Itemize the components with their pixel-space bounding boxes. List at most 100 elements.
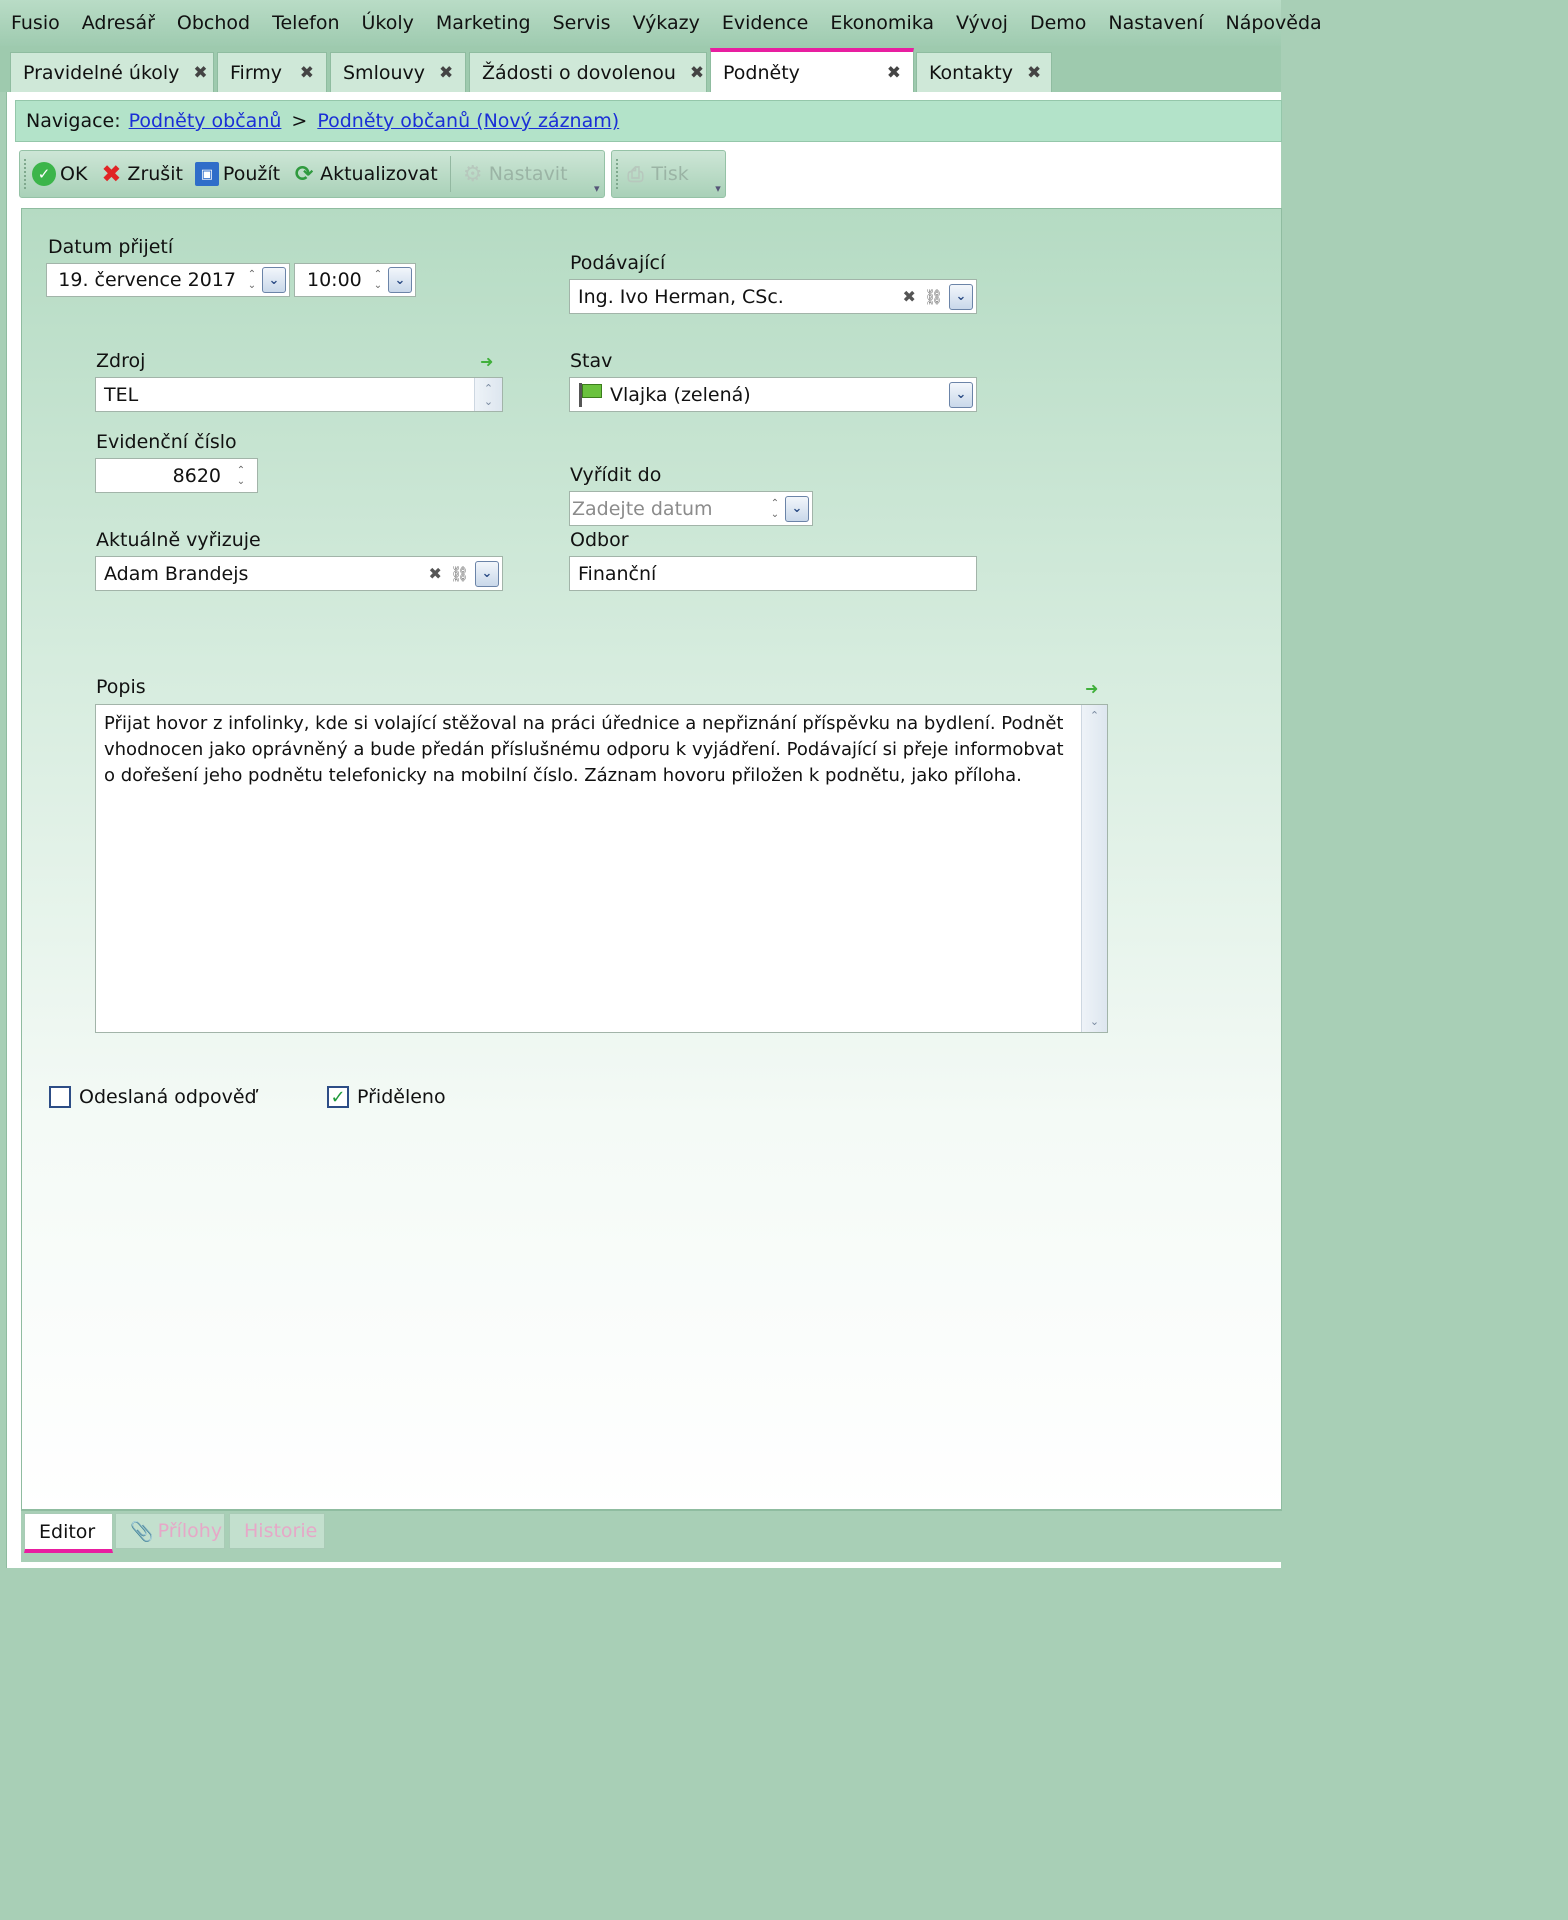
chevron-down-icon[interactable]: ⌄ xyxy=(949,283,973,310)
cancel-button-label: Zrušit xyxy=(127,163,183,185)
breadcrumb: Navigace: Podněty občanů > Podněty občan… xyxy=(15,100,1282,142)
flag-icon xyxy=(576,382,602,407)
tab-editor-label: Editor xyxy=(39,1520,96,1543)
ok-button[interactable]: ✓ OK xyxy=(32,162,87,186)
menu-item-ukoly[interactable]: Úkoly xyxy=(351,12,425,34)
state-value: Vlajka (zelená) xyxy=(610,383,751,406)
description-textarea[interactable]: Přijat hovor z infolinky, kde si volajíc… xyxy=(95,704,1108,1033)
menu-item-telefon[interactable]: Telefon xyxy=(261,12,350,34)
evidence-number-label: Evidenční číslo xyxy=(96,431,237,453)
save-icon: ▣ xyxy=(194,162,219,186)
assignee-label: Aktuálně vyřizuje xyxy=(96,529,261,551)
tab-zadosti-o-dovolenou[interactable]: Žádosti o dovolenou ✖ xyxy=(469,52,707,92)
menu-item-obchod[interactable]: Obchod xyxy=(166,12,261,34)
menu-item-adresar[interactable]: Adresář xyxy=(71,12,166,34)
date-spinner[interactable]: ⌃ ⌄ xyxy=(242,269,262,291)
close-icon[interactable]: ✖ xyxy=(439,63,453,83)
tab-smlouvy[interactable]: Smlouvy ✖ xyxy=(330,52,466,92)
state-label: Stav xyxy=(570,350,613,372)
assigned-label: Přiděleno xyxy=(357,1086,446,1108)
breadcrumb-separator: > xyxy=(291,110,308,132)
assignee-field[interactable]: Adam Brandejs ✖ ⛓ ⌄ xyxy=(95,556,503,591)
toolbar-divider xyxy=(449,156,451,192)
cancel-button[interactable]: ✖ Zrušit xyxy=(99,160,183,188)
tab-historie[interactable]: Historie xyxy=(229,1513,325,1549)
tab-firmy[interactable]: Firmy ✖ xyxy=(217,52,327,92)
toolbar-group-actions: ✓ OK ✖ Zrušit ▣ Použít ⟳ Aktualizovat ⚙ … xyxy=(19,150,605,198)
close-icon[interactable]: ✖ xyxy=(300,63,314,83)
source-field[interactable]: TEL ⌃ ⌄ xyxy=(95,377,503,412)
source-scrollbar[interactable]: ⌃ ⌄ xyxy=(474,378,502,411)
toolbar-group-print: ⎙ Tisk ▾ xyxy=(610,150,726,198)
tab-label: Podněty xyxy=(723,62,800,84)
chevron-down-icon[interactable]: ⌄ xyxy=(949,381,973,408)
tab-prilohy[interactable]: 📎 Přílohy xyxy=(115,1513,225,1549)
close-icon[interactable]: ✖ xyxy=(193,63,207,83)
main-menu-bar: Fusio Adresář Obchod Telefon Úkoly Marke… xyxy=(0,0,1322,46)
received-time-field[interactable]: 10:00 ⌃ ⌄ ⌄ xyxy=(294,263,416,297)
chevron-down-icon[interactable]: ⌄ xyxy=(388,267,412,293)
resolve-by-label: Vyřídit do xyxy=(570,464,662,486)
link-icon[interactable]: ⛓ xyxy=(450,565,469,583)
menu-item-servis[interactable]: Servis xyxy=(542,12,622,34)
evidence-number-spinner[interactable]: ⌃ ⌄ xyxy=(231,465,251,487)
breadcrumb-link-podnety-obcanu[interactable]: Podněty občanů xyxy=(129,110,282,132)
assigned-checkbox[interactable]: ✓ xyxy=(327,1086,349,1108)
close-icon[interactable]: ✖ xyxy=(887,63,901,83)
state-select[interactable]: Vlajka (zelená) ⌄ xyxy=(569,377,977,412)
tab-label: Pravidelné úkoly xyxy=(23,61,180,84)
menu-item-vyvoj[interactable]: Vývoj xyxy=(945,12,1019,34)
tab-editor[interactable]: Editor xyxy=(24,1513,113,1553)
clear-icon[interactable]: ✖ xyxy=(429,564,442,583)
menu-item-fusio[interactable]: Fusio xyxy=(0,12,71,34)
toolbar-overflow-icon[interactable]: ▾ xyxy=(594,182,600,195)
menu-item-demo[interactable]: Demo xyxy=(1019,12,1097,34)
close-icon[interactable]: ✖ xyxy=(1027,63,1041,83)
menu-item-nastaveni[interactable]: Nastavení xyxy=(1097,12,1214,34)
department-field[interactable]: Finanční xyxy=(569,556,977,591)
refresh-button[interactable]: ⟳ Aktualizovat xyxy=(292,162,438,187)
submitter-label: Podávající xyxy=(570,252,666,274)
menu-item-evidence[interactable]: Evidence xyxy=(711,12,819,34)
close-icon[interactable]: ✖ xyxy=(690,63,704,83)
chevron-down-icon[interactable]: ⌄ xyxy=(475,560,499,587)
document-tab-strip: Pravidelné úkoly ✖ Firmy ✖ Smlouvy ✖ Žád… xyxy=(0,46,1281,94)
assignee-value: Adam Brandejs xyxy=(104,562,249,585)
date-spinner[interactable]: ⌃ ⌄ xyxy=(765,498,785,520)
breadcrumb-link-new-record[interactable]: Podněty občanů (Nový záznam) xyxy=(317,110,619,132)
menu-item-ekonomika[interactable]: Ekonomika xyxy=(819,12,945,34)
resolve-by-placeholder: Zadejte datum xyxy=(572,497,713,520)
tab-podnety[interactable]: Podněty ✖ xyxy=(710,48,914,94)
answer-sent-label: Odeslaná odpověď xyxy=(79,1086,257,1108)
gear-icon: ⚙ xyxy=(462,161,483,187)
chevron-down-icon[interactable]: ⌄ xyxy=(262,267,286,293)
received-time-value: 10:00 xyxy=(307,269,362,291)
tab-kontakty[interactable]: Kontakty ✖ xyxy=(916,52,1052,92)
arrow-right-icon[interactable]: ➜ xyxy=(1085,681,1101,697)
content-frame: Navigace: Podněty občanů > Podněty občan… xyxy=(6,92,1282,1568)
description-scrollbar[interactable]: ⌃ ⌄ xyxy=(1081,705,1107,1032)
menu-item-marketing[interactable]: Marketing xyxy=(425,12,542,34)
evidence-number-field[interactable]: 8620 ⌃ ⌄ xyxy=(95,458,258,493)
toolbar-overflow-icon[interactable]: ▾ xyxy=(715,182,721,195)
time-spinner[interactable]: ⌃ ⌄ xyxy=(368,269,388,291)
resolve-by-field[interactable]: Zadejte datum ⌃ ⌄ ⌄ xyxy=(569,491,813,526)
menu-item-napoveda[interactable]: Nápověda xyxy=(1215,12,1333,34)
description-text: Přijat hovor z infolinky, kde si volajíc… xyxy=(104,713,1064,786)
settings-button[interactable]: ⚙ Nastavit xyxy=(461,161,568,187)
settings-button-label: Nastavit xyxy=(488,163,568,185)
received-date-label: Datum přijetí xyxy=(48,236,174,258)
ok-button-label: OK xyxy=(60,163,88,185)
tab-historie-label: Historie xyxy=(244,1520,318,1542)
chevron-down-icon[interactable]: ⌄ xyxy=(785,495,809,522)
apply-button[interactable]: ▣ Použít xyxy=(194,162,280,186)
answer-sent-checkbox[interactable] xyxy=(49,1086,71,1108)
arrow-right-icon[interactable]: ➜ xyxy=(480,354,496,370)
tab-pravidelne-ukoly[interactable]: Pravidelné úkoly ✖ xyxy=(10,52,214,92)
clear-icon[interactable]: ✖ xyxy=(903,287,916,306)
print-button[interactable]: ⎙ Tisk xyxy=(624,162,689,186)
submitter-field[interactable]: Ing. Ivo Herman, CSc. ✖ ⛓ ⌄ xyxy=(569,279,977,314)
link-icon[interactable]: ⛓ xyxy=(924,288,943,306)
menu-item-vykazy[interactable]: Výkazy xyxy=(622,12,711,34)
received-date-field[interactable]: 19. července 2017 ⌃ ⌄ ⌄ xyxy=(46,263,290,297)
